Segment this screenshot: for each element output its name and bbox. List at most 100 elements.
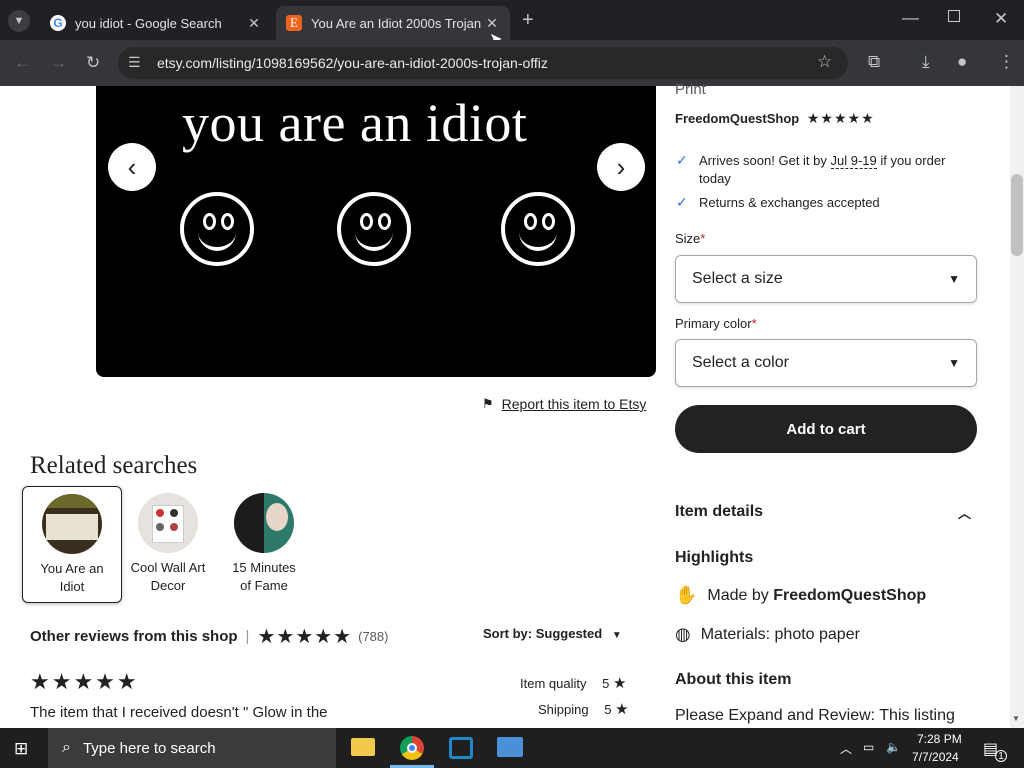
tab-title: you idiot - Google Search — [75, 15, 222, 31]
color-select-value: Select a color — [692, 354, 789, 371]
scrollbar-thumb[interactable] — [1011, 174, 1023, 256]
star-icon: ★ — [612, 675, 627, 692]
search-placeholder: Type here to search — [82, 739, 216, 757]
smiley-face-icon — [337, 192, 411, 266]
reviews-header: Other reviews from this shop | ★★★★★ (78… — [30, 624, 388, 649]
download-icon[interactable]: ⤓ — [922, 52, 930, 72]
virtualbox-icon[interactable] — [449, 737, 473, 759]
related-search-item[interactable]: You Are an Idiot — [22, 486, 122, 603]
related-searches-title: Related searches — [30, 452, 198, 479]
related-label: Decor — [150, 578, 186, 593]
extensions-icon[interactable]: ⧉ — [868, 52, 880, 72]
made-by-row: ✋ Made by FreedomQuestShop — [675, 585, 927, 605]
tab-etsy-listing[interactable]: E You Are an Idiot 2000s Trojan O ✕ — [276, 6, 510, 40]
chevron-up-icon: ︿ — [957, 506, 971, 521]
caret-down-icon: ▼ — [948, 356, 960, 370]
volume-icon[interactable]: 🔈 — [886, 740, 901, 754]
highlights-title: Highlights — [675, 549, 754, 566]
new-tab-icon[interactable]: + — [522, 9, 534, 32]
date-text[interactable]: 7/7/2024 — [912, 750, 959, 764]
related-label: of Fame — [240, 578, 288, 593]
next-image-button[interactable]: › — [597, 143, 645, 191]
made-by-shop-link[interactable]: FreedomQuestShop — [773, 587, 926, 604]
reload-icon[interactable]: ↻ — [86, 53, 100, 73]
returns-info: Returns & exchanges accepted — [699, 195, 880, 210]
sort-label: Sort by: Suggested — [483, 626, 603, 641]
taskbar-search[interactable]: ⌕ Type here to search — [48, 728, 336, 768]
star-icon: ★ — [615, 701, 629, 718]
review-stars: ★★★★★ — [30, 669, 139, 694]
size-select-value: Select a size — [692, 270, 783, 287]
maximize-icon[interactable] — [948, 10, 960, 22]
previous-image-button[interactable]: ‹ — [108, 143, 156, 191]
report-item-link[interactable]: ⚑ Report this item to Etsy — [482, 396, 646, 412]
forward-icon[interactable]: → — [50, 53, 67, 73]
add-to-cart-button[interactable]: Add to cart — [675, 405, 977, 453]
related-label: Idiot — [59, 579, 85, 594]
color-select[interactable]: Select a color ▼ — [675, 339, 977, 387]
caret-down-icon: ▼ — [611, 630, 622, 641]
profile-icon[interactable]: ● — [957, 52, 967, 72]
show-hidden-icons[interactable]: ︿ — [840, 740, 852, 757]
review-count: (788) — [358, 629, 389, 644]
size-select[interactable]: Select a size ▼ — [675, 255, 977, 303]
check-icon: ✓ — [676, 152, 688, 168]
shop-line: FreedomQuestShop ★★★★★ — [675, 110, 875, 127]
check-icon: ✓ — [676, 194, 688, 210]
rating-value: 5 — [604, 702, 612, 717]
item-quality-rating: Item quality 5 ★ — [520, 674, 626, 692]
shop-name-link[interactable]: FreedomQuestShop — [675, 111, 799, 126]
reviews-heading: Other reviews from this shop — [30, 628, 238, 645]
time-text[interactable]: 7:28 PM — [917, 732, 962, 746]
rating-value: 5 — [602, 676, 610, 691]
materials-row: ◍ Materials: photo paper — [675, 624, 860, 644]
materials-icon: ◍ — [675, 624, 691, 644]
related-search-item[interactable]: Cool Wall Art Decor — [118, 486, 218, 603]
related-thumbnail — [42, 494, 102, 554]
caret-down-icon: ▼ — [948, 272, 960, 286]
minimize-icon[interactable]: — — [902, 8, 919, 28]
scroll-down-icon[interactable]: ▼ — [1012, 714, 1020, 723]
listing-title-tail: Print — [675, 81, 706, 98]
flag-icon: ⚑ — [482, 396, 494, 411]
item-details-toggle[interactable]: Item details ︿ — [675, 503, 977, 521]
smiley-face-icon — [501, 192, 575, 266]
arrival-dates[interactable]: Jul 9-19 — [830, 153, 877, 169]
search-icon: ⌕ — [62, 739, 71, 756]
related-thumbnail — [138, 493, 198, 553]
shop-rating-stars: ★★★★★ — [257, 626, 353, 648]
back-icon[interactable]: ← — [14, 53, 31, 73]
arrival-info: Arrives soon! Get it by Jul 9-19 if you … — [699, 153, 946, 186]
close-window-icon[interactable]: ✕ — [994, 9, 1008, 29]
etsy-icon: E — [286, 15, 302, 31]
hand-icon: ✋ — [675, 585, 698, 605]
image-caption-text: you are an idiot — [182, 93, 528, 153]
related-label: You Are an — [40, 561, 104, 576]
review-text: The item that I received doesn't " Glow … — [30, 704, 328, 721]
tab-search-chevron-icon[interactable]: ▼ — [8, 10, 30, 32]
chrome-icon[interactable] — [400, 736, 424, 760]
tab-google-search[interactable]: G you idiot - Google Search ✕ — [40, 6, 272, 40]
rating-label: Item quality — [520, 676, 587, 691]
bookmark-star-icon[interactable]: ☆ — [817, 52, 832, 72]
remote-desktop-icon[interactable] — [497, 737, 523, 757]
shipping-rating: Shipping 5 ★ — [538, 700, 629, 718]
google-icon: G — [50, 15, 66, 31]
network-icon[interactable]: ▭ — [863, 740, 874, 754]
site-info-icon[interactable]: ☰ — [128, 54, 141, 71]
url-text[interactable]: etsy.com/listing/1098169562/you-are-an-i… — [157, 55, 548, 71]
related-search-item[interactable]: 15 Minutes of Fame — [214, 486, 314, 603]
notification-count: 1 — [995, 750, 1007, 762]
related-label: Cool Wall Art — [130, 560, 206, 575]
tab-title: You Are an Idiot 2000s Trojan O — [311, 15, 484, 31]
color-label: Primary color* — [675, 316, 757, 331]
rating-label: Shipping — [538, 702, 589, 717]
windows-start-icon[interactable]: ⊞ — [14, 739, 28, 759]
related-label: 15 Minutes — [232, 560, 296, 575]
menu-icon[interactable]: ⋮ — [998, 52, 1015, 72]
file-explorer-icon[interactable] — [351, 738, 375, 756]
sort-by-dropdown[interactable]: Sort by: Suggested ▼ — [483, 626, 622, 641]
close-tab-icon[interactable]: ✕ — [246, 15, 262, 32]
smiley-face-icon — [180, 192, 254, 266]
report-link-text: Report this item to Etsy — [501, 396, 647, 412]
